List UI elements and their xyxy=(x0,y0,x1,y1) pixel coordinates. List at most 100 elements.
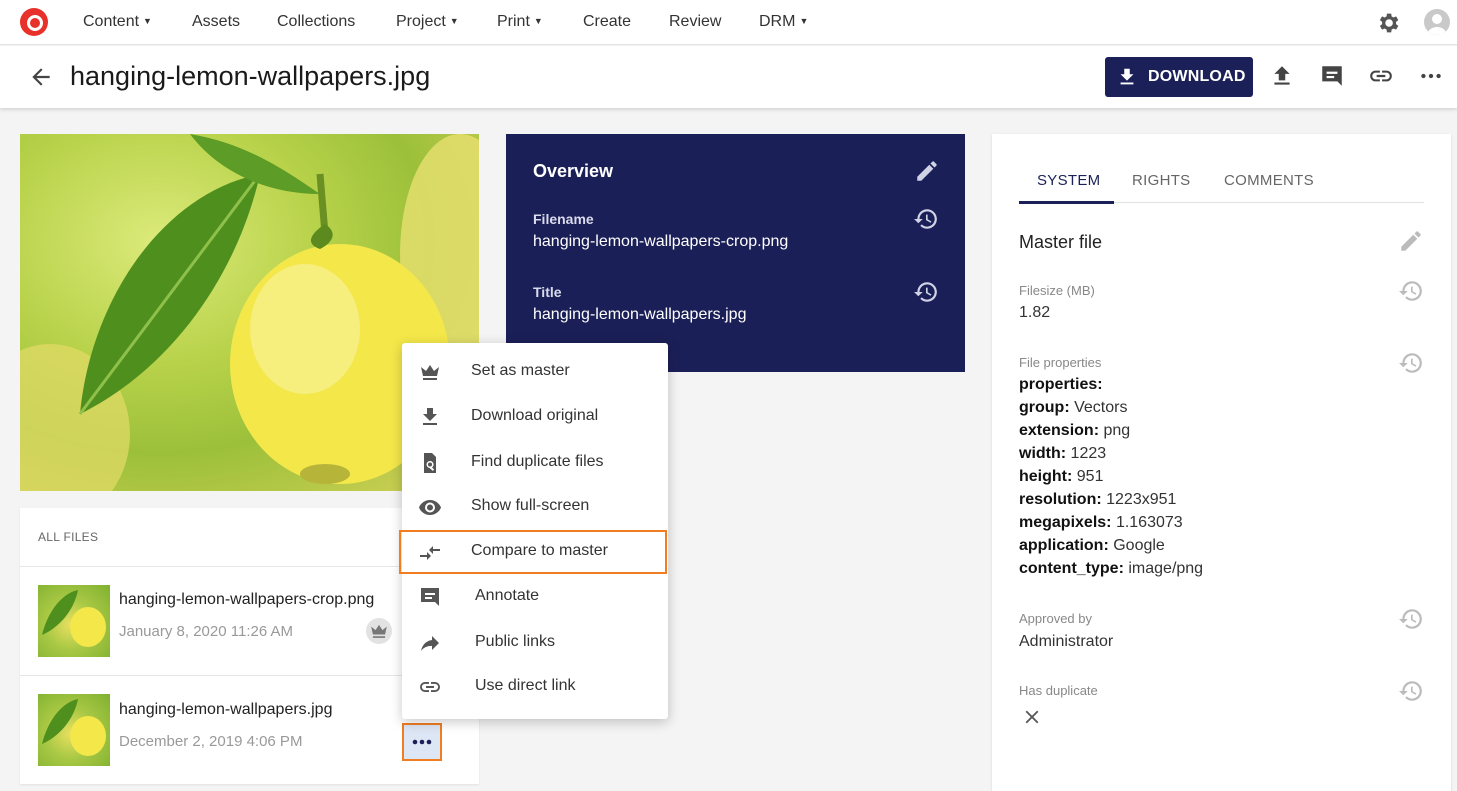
details-panel: SYSTEM RIGHTS COMMENTS Master file Files… xyxy=(992,134,1451,791)
nav-drm[interactable]: DRM ▼ xyxy=(759,13,808,31)
approved-by-value: Administrator xyxy=(1019,633,1114,650)
upload-icon[interactable] xyxy=(1269,63,1295,89)
file-name[interactable]: hanging-lemon-wallpapers.jpg xyxy=(119,701,332,719)
nav-project[interactable]: Project ▼ xyxy=(396,13,459,31)
caret-down-icon: ▼ xyxy=(449,16,459,26)
section-title: Master file xyxy=(1019,232,1103,252)
property-key: application: xyxy=(1019,537,1109,554)
top-navigation: Content ▼ Assets Collections Project ▼ Pri… xyxy=(0,0,1457,45)
history-icon[interactable] xyxy=(1398,350,1424,376)
menu-item-annotate[interactable]: Annotate xyxy=(402,575,668,619)
property-value: image/png xyxy=(1128,560,1204,577)
property-key: resolution: xyxy=(1019,491,1102,508)
filename-value: hanging-lemon-wallpapers-crop.png xyxy=(533,233,789,250)
lemon-thumbnail-image xyxy=(42,590,106,647)
avatar[interactable] xyxy=(1424,9,1450,35)
page-title: hanging-lemon-wallpapers.jpg xyxy=(70,61,431,91)
property-value: 1223 xyxy=(1070,445,1107,462)
tab-comments[interactable]: COMMENTS xyxy=(1224,172,1314,189)
has-duplicate-label: Has duplicate xyxy=(1019,683,1098,698)
menu-item-label: Use direct link xyxy=(475,677,576,694)
close-icon xyxy=(1025,710,1039,724)
menu-item-use-direct-link[interactable]: Use direct link xyxy=(402,665,668,709)
eye-icon xyxy=(419,500,441,515)
property-row: megapixels: 1.163073 xyxy=(1019,514,1183,532)
property-key: height: xyxy=(1019,468,1073,485)
property-value: 1.163073 xyxy=(1115,514,1183,531)
edit-icon[interactable] xyxy=(914,158,940,184)
tab-system[interactable]: SYSTEM xyxy=(1037,172,1100,189)
comment-icon[interactable] xyxy=(1319,63,1345,89)
download-button-label: DOWNLOAD xyxy=(1148,68,1246,85)
file-thumbnail[interactable] xyxy=(38,694,110,766)
more-options-icon xyxy=(412,739,432,745)
filename-label: Filename xyxy=(533,211,594,227)
menu-item-show-full-screen[interactable]: Show full-screen xyxy=(402,485,668,529)
lemon-thumbnail-image xyxy=(42,699,106,756)
property-row: properties: xyxy=(1019,376,1103,394)
property-value: 1223x951 xyxy=(1106,491,1177,508)
history-icon[interactable] xyxy=(1398,606,1424,632)
menu-item-public-links[interactable]: Public links xyxy=(402,621,668,665)
menu-item-label: Download original xyxy=(471,407,599,424)
menu-item-download-original[interactable]: Download original xyxy=(402,395,668,439)
caret-down-icon: ▼ xyxy=(799,16,809,26)
tab-rights[interactable]: RIGHTS xyxy=(1132,172,1190,189)
download-button[interactable]: DOWNLOAD xyxy=(1105,57,1253,97)
property-value: Google xyxy=(1113,537,1165,554)
property-key: properties: xyxy=(1019,376,1103,393)
comment-icon xyxy=(421,588,439,606)
caret-down-icon: ▼ xyxy=(533,16,543,26)
nav-print[interactable]: Print ▼ xyxy=(497,13,543,31)
nav-collections[interactable]: Collections xyxy=(277,13,355,31)
nav-project-label: Project xyxy=(396,13,446,30)
download-icon xyxy=(423,408,437,425)
title-label: Title xyxy=(533,284,562,300)
download-icon xyxy=(1120,68,1134,85)
share-icon xyxy=(421,636,439,651)
nav-drm-label: DRM xyxy=(759,13,796,30)
property-row: width: 1223 xyxy=(1019,445,1106,463)
file-thumbnail[interactable] xyxy=(38,585,110,657)
user-icon xyxy=(1427,14,1447,35)
more-options-icon[interactable] xyxy=(1418,63,1444,89)
file-more-options-button[interactable] xyxy=(402,723,442,761)
property-key: width: xyxy=(1019,445,1067,462)
menu-item-compare-to-master[interactable]: Compare to master xyxy=(399,530,667,574)
menu-item-label: Public links xyxy=(475,633,556,650)
logo-icon[interactable] xyxy=(20,8,48,36)
page-header: hanging-lemon-wallpapers.jpg DOWNLOAD xyxy=(0,46,1457,108)
file-context-menu: Set as master Download original Find dup… xyxy=(399,343,668,719)
menu-item-find-duplicates[interactable]: Find duplicate files xyxy=(402,441,668,485)
file-properties-label: File properties xyxy=(1019,355,1102,370)
history-icon[interactable] xyxy=(913,279,939,305)
file-name[interactable]: hanging-lemon-wallpapers-crop.png xyxy=(119,591,374,609)
crown-icon xyxy=(371,624,387,638)
nav-review[interactable]: Review xyxy=(669,13,721,31)
history-icon[interactable] xyxy=(1398,278,1424,304)
history-icon[interactable] xyxy=(913,206,939,232)
menu-item-set-as-master[interactable]: Set as master xyxy=(402,350,668,394)
nav-content[interactable]: Content ▼ xyxy=(83,13,152,31)
nav-content-label: Content xyxy=(83,13,140,30)
nav-print-label: Print xyxy=(497,13,530,30)
approved-by-label: Approved by xyxy=(1019,611,1092,626)
menu-item-label: Find duplicate files xyxy=(471,453,604,470)
menu-item-label: Set as master xyxy=(471,362,570,379)
filesize-value: 1.82 xyxy=(1019,304,1051,321)
crown-icon xyxy=(421,365,439,380)
property-value: Vectors xyxy=(1074,399,1128,416)
history-icon[interactable] xyxy=(1398,678,1424,704)
property-row: height: 951 xyxy=(1019,468,1103,486)
property-row: application: Google xyxy=(1019,537,1165,555)
overview-title: Overview xyxy=(533,161,614,181)
back-arrow-icon[interactable] xyxy=(28,64,54,90)
property-key: megapixels: xyxy=(1019,514,1112,531)
nav-assets[interactable]: Assets xyxy=(192,13,240,31)
property-row: content_type: image/png xyxy=(1019,560,1203,578)
master-badge xyxy=(366,618,392,644)
link-icon[interactable] xyxy=(1368,63,1394,89)
gear-icon[interactable] xyxy=(1375,10,1401,36)
nav-create[interactable]: Create xyxy=(583,13,631,31)
edit-icon[interactable] xyxy=(1398,228,1424,254)
